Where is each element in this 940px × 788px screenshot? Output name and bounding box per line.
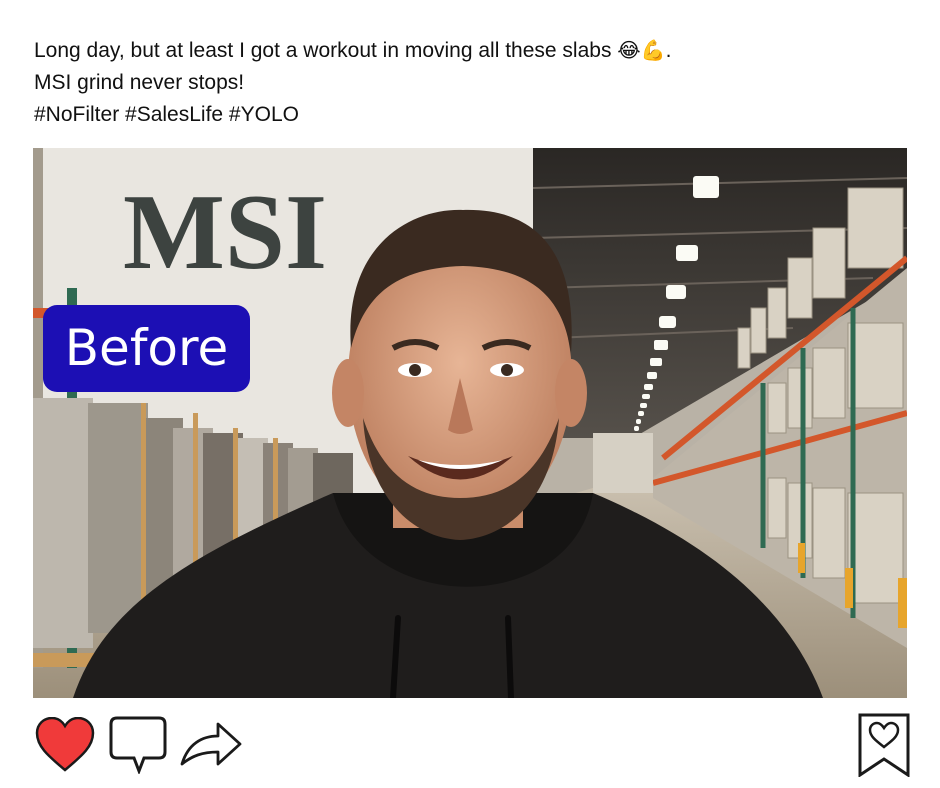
share-arrow-icon: [180, 722, 242, 766]
heart-icon: [35, 716, 95, 772]
caption-emoji: 😂💪: [617, 38, 666, 62]
before-badge: Before: [43, 305, 250, 392]
post-caption: Long day, but at least I got a workout i…: [34, 34, 671, 131]
bookmark-heart-icon: [858, 713, 910, 778]
caption-line-1: Long day, but at least I got a workout i…: [34, 34, 671, 67]
caption-line-2: MSI grind never stops!: [34, 71, 245, 94]
caption-text: Long day, but at least I got a workout i…: [34, 39, 612, 62]
post-actions-bar: [0, 700, 940, 788]
like-button[interactable]: [35, 716, 95, 778]
caption-hashtags[interactable]: #NoFilter #SalesLife #YOLO: [34, 99, 671, 131]
share-button[interactable]: [180, 720, 242, 773]
comment-bubble-icon: [109, 716, 167, 776]
caption-period: .: [665, 39, 672, 62]
save-button[interactable]: [858, 713, 910, 782]
selfie-warehouse-image: MSI: [33, 148, 907, 698]
post-photo[interactable]: MSI Before: [33, 148, 907, 698]
comment-button[interactable]: [109, 716, 167, 779]
msi-sign-text: MSI: [123, 173, 327, 292]
